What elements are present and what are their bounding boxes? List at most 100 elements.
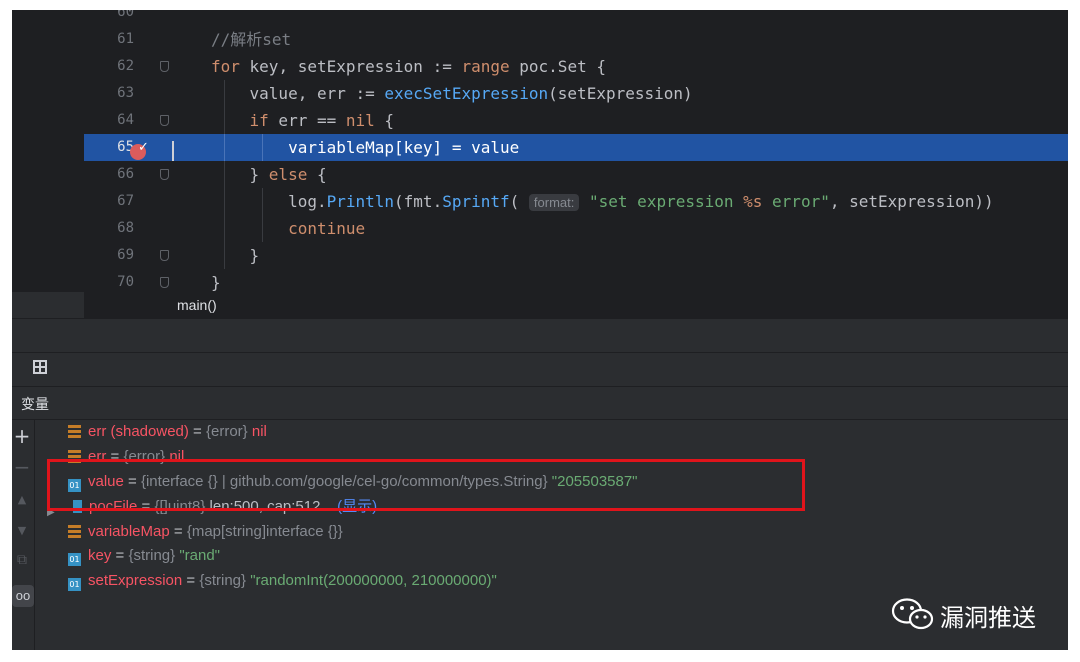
code-text[interactable]: variableMap[key] = value [211,134,519,161]
code-text[interactable]: if err == nil { [211,107,395,134]
code-line[interactable]: 69 } [84,242,1068,269]
code-token: error" [762,192,830,211]
variable-name: key [88,547,112,564]
parameter-hint: format: [528,194,580,211]
code-text[interactable]: } else { [211,161,327,188]
code-line[interactable]: 60 [84,10,1068,26]
text-caret [172,141,174,161]
move-up-icon[interactable]: ▲ [12,493,32,506]
line-number[interactable]: 64 [84,107,134,134]
code-text[interactable]: //解析set [211,26,291,53]
code-token: } [211,165,269,184]
code-token: (fmt. [394,192,443,211]
code-line[interactable]: 68 continue [84,215,1068,242]
code-token: , setExpression)) [829,192,994,211]
breakpoint-check-icon: ✓ [138,140,149,155]
code-text[interactable]: for key, setExpression := range poc.Set … [211,53,606,80]
line-number[interactable]: 63 [84,80,134,107]
variable-type: {error} [206,423,252,440]
equals-sign: = [111,547,129,564]
code-token: } [211,246,260,265]
execution-line[interactable]: 65 variableMap[key] = value [84,134,1068,161]
code-line[interactable]: 61 //解析set [84,26,1068,53]
code-token: } [211,273,221,292]
code-text[interactable]: } [211,242,260,269]
line-number[interactable]: 67 [84,188,134,215]
variable-value: "rand" [179,547,220,564]
code-line[interactable]: 63 value, err := execSetExpression(setEx… [84,80,1068,107]
variable-value: nil [251,423,267,440]
code-editor[interactable]: 60 61 //解析set 62 for key, setExpression := r… [12,10,1068,292]
fold-marker-icon[interactable] [160,61,169,72]
fold-marker-icon[interactable] [160,250,169,261]
fold-marker-icon[interactable] [160,115,169,126]
table-layout-icon[interactable] [33,360,47,374]
ide-window: 60 61 //解析set 62 for key, setExpression := r… [12,10,1068,650]
variable-row-setexpression[interactable]: 01 setExpression = {string} "randomInt(20… [68,569,497,593]
code-token: Println [326,192,395,211]
copy-icon[interactable]: ⧉ [12,552,32,568]
divider [12,318,1068,319]
code-text[interactable]: continue [211,215,365,242]
primitive-value-icon: 01 [68,578,81,591]
code-token: else [268,165,308,184]
fold-marker-icon[interactable] [160,277,169,288]
variable-name: err (shadowed) [88,423,189,440]
variable-name: setExpression [88,572,183,589]
code-token: { [374,111,395,130]
wechat-icon [891,598,934,630]
variables-tab-label[interactable]: 变量 [21,394,49,414]
line-number[interactable]: 60 [84,10,134,26]
code-token: err == [268,111,346,130]
code-token: (setExpression) [548,84,693,103]
code-token: //解析set [211,30,292,49]
struct-field-icon [68,425,81,438]
breadcrumb-bar [84,292,1068,318]
variable-value: "randomInt(200000000, 210000000)" [250,572,497,589]
code-line[interactable]: 70} [84,269,1068,292]
code-text[interactable]: } [211,269,221,292]
code-token: nil [345,111,375,130]
remove-watch-icon[interactable]: − [12,455,32,479]
line-number[interactable]: 68 [84,215,134,242]
struct-field-icon [68,525,81,538]
add-watch-icon[interactable]: + [12,424,32,448]
variable-type: {string} [128,547,180,564]
code-token: execSetExpression [384,84,549,103]
fold-marker-icon[interactable] [160,169,169,180]
code-token: "set expression [589,192,744,211]
code-line[interactable]: 67 log.Println(fmt.Sprintf( format: "set… [84,188,1068,215]
code-line[interactable]: 64 if err == nil { [84,107,1068,134]
code-text[interactable]: value, err := execSetExpression(setExpre… [211,80,693,107]
code-token: { [307,165,327,184]
line-number[interactable]: 70 [84,269,134,292]
code-token: log. [211,192,327,211]
code-token: poc.Set { [509,57,606,76]
variable-row-key[interactable]: 01 key = {string} "rand" [68,544,220,568]
equals-sign: = [188,423,206,440]
move-down-icon[interactable]: ▼ [12,524,32,537]
line-number[interactable]: 62 [84,53,134,80]
variable-row-err-shadowed-[interactable]: err (shadowed) = {error} nil [68,420,267,444]
variable-row-variablemap[interactable]: variableMap = {map[string]interface {}} [68,520,343,544]
inline-watches-glasses-icon[interactable]: oo [12,585,34,607]
line-number[interactable]: 65 [84,134,134,161]
code-line[interactable]: 62 for key, setExpression := range poc.Se… [84,53,1068,80]
line-number[interactable]: 61 [84,26,134,53]
line-number[interactable]: 69 [84,242,134,269]
code-token: ( [509,192,529,211]
primitive-value-icon: 01 [68,553,81,566]
code-line[interactable]: 66 } else { [84,161,1068,188]
breadcrumb[interactable]: main() [177,297,217,313]
equals-sign: = [169,523,187,540]
line-number[interactable]: 66 [84,161,134,188]
code-token: variableMap[key] = value [211,138,520,157]
code-token: for [211,57,240,76]
code-text[interactable]: log.Println(fmt.Sprintf( format: "set ex… [211,188,994,216]
equals-sign: = [182,572,200,589]
code-token: Sprintf [442,192,510,211]
variable-type: {map[string]interface {}} [186,523,343,540]
